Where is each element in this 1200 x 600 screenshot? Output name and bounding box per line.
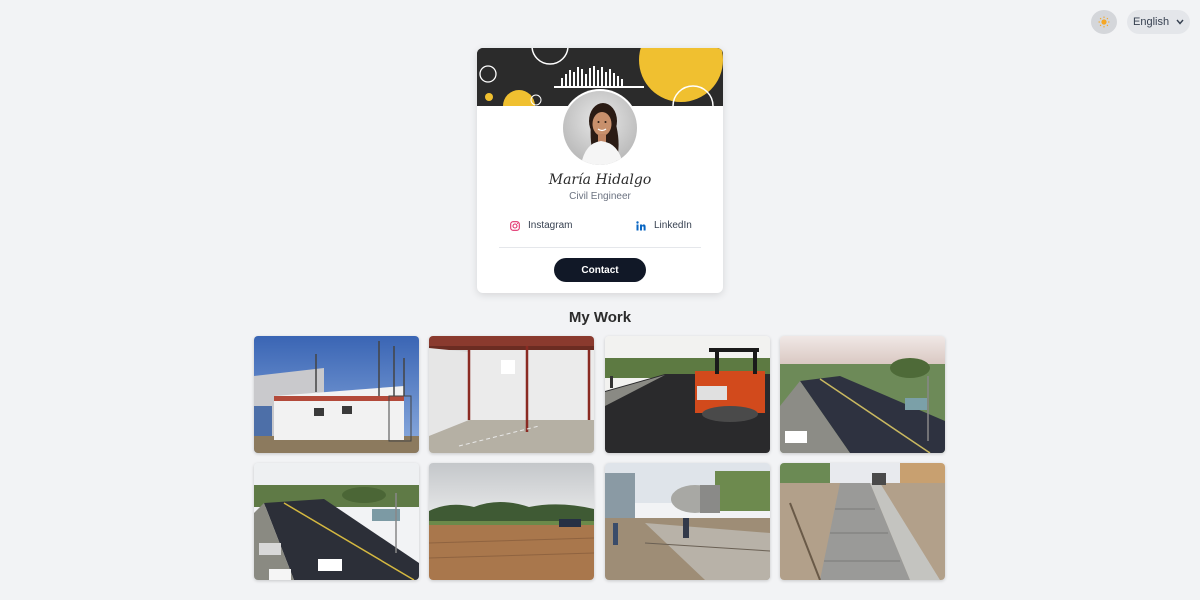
card-divider	[499, 247, 701, 248]
instagram-label: Instagram	[528, 220, 573, 231]
profile-name: María Hidalgo	[548, 172, 652, 188]
work-photo-paving[interactable]	[604, 336, 770, 453]
work-photo-concrete-mixer[interactable]	[604, 463, 770, 580]
work-photo-highway-aerial[interactable]	[779, 336, 945, 453]
profile-title: Civil Engineer	[569, 191, 631, 202]
linkedin-icon	[636, 220, 646, 231]
work-photo-dirt-field[interactable]	[429, 463, 595, 580]
sun-icon	[1098, 16, 1110, 28]
linkedin-label: LinkedIn	[654, 220, 692, 231]
chevron-down-icon	[1176, 17, 1184, 27]
language-select[interactable]: English	[1127, 10, 1190, 34]
work-photo-building[interactable]	[254, 336, 419, 453]
work-photo-sidewalk[interactable]	[779, 463, 945, 580]
avatar	[561, 89, 639, 167]
theme-toggle-button[interactable]	[1091, 10, 1117, 34]
instagram-link[interactable]: Instagram	[510, 220, 572, 231]
linkedin-link[interactable]: LinkedIn	[636, 220, 692, 231]
instagram-icon	[510, 220, 520, 231]
contact-button[interactable]: Contact	[554, 258, 646, 282]
work-photo-warehouse[interactable]	[429, 336, 595, 453]
work-gallery	[254, 336, 946, 580]
section-title: My Work	[568, 309, 632, 326]
work-photo-highway-street[interactable]	[254, 463, 419, 580]
profile-card: María Hidalgo Civil Engineer Instagram L…	[477, 48, 723, 293]
language-select-value: English	[1133, 16, 1170, 28]
